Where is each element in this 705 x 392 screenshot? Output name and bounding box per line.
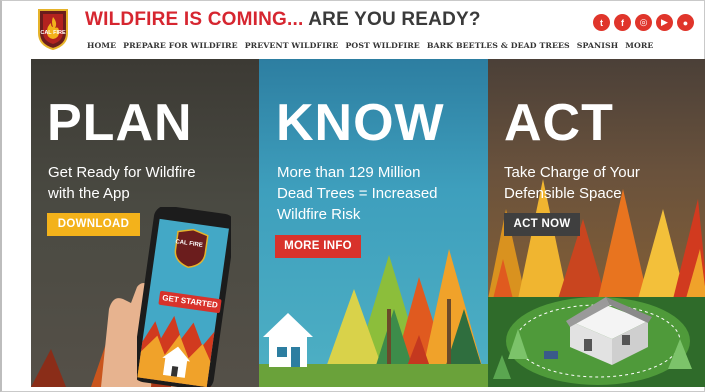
- act-title: ACT: [504, 94, 614, 152]
- nav-more[interactable]: MORE: [625, 41, 653, 50]
- site-headline: WILDFIRE IS COMING... ARE YOU READY?: [85, 9, 481, 31]
- act-now-button[interactable]: ACT NOW: [504, 213, 580, 236]
- act-panel[interactable]: ACT Take Charge of Your Defensible Space…: [488, 59, 705, 387]
- phone-illustration: CAL FIRE GET STARTED: [137, 207, 231, 387]
- act-line-1: Take Charge of Your: [504, 164, 640, 181]
- main-nav: HOME PREPARE FOR WILDFIRE PREVENT WILDFI…: [87, 41, 653, 50]
- know-line-2: Dead Trees = Increased: [277, 185, 438, 202]
- location-icon[interactable]: ●: [677, 14, 694, 31]
- twitter-icon[interactable]: t: [593, 14, 610, 31]
- instagram-icon[interactable]: ◎: [635, 14, 652, 31]
- youtube-icon[interactable]: ▶: [656, 14, 673, 31]
- plan-line-2: with the App: [48, 185, 130, 202]
- plan-line-1: Get Ready for Wildfire: [48, 164, 196, 181]
- page-frame: CAL FIRE WILDFIRE IS COMING... ARE YOU R…: [0, 0, 705, 392]
- download-button[interactable]: DOWNLOAD: [47, 213, 140, 236]
- social-icons: t f ◎ ▶ ●: [593, 14, 694, 31]
- logo-text: CAL FIRE: [40, 30, 66, 36]
- nav-prepare[interactable]: PREPARE FOR WILDFIRE: [123, 41, 238, 50]
- headline-red: WILDFIRE IS COMING...: [85, 9, 304, 30]
- headline-dark: ARE YOU READY?: [308, 9, 481, 30]
- nav-post-wildfire[interactable]: POST WILDFIRE: [345, 41, 419, 50]
- cal-fire-logo[interactable]: CAL FIRE: [36, 7, 70, 51]
- hero-banner: PLAN Get Ready for Wildfire with the App…: [31, 59, 705, 387]
- know-line-3: Wildfire Risk: [277, 206, 361, 223]
- facebook-icon[interactable]: f: [614, 14, 631, 31]
- nav-prevent[interactable]: PREVENT WILDFIRE: [245, 41, 339, 50]
- act-line-2: Defensible Space: [504, 185, 622, 202]
- know-panel[interactable]: KNOW More than 129 Million Dead Trees = …: [259, 59, 488, 387]
- nav-home[interactable]: HOME: [87, 41, 116, 50]
- plan-title: PLAN: [47, 94, 193, 152]
- nav-spanish[interactable]: SPANISH: [577, 41, 618, 50]
- nav-bark-beetles[interactable]: BARK BEETLES & DEAD TREES: [427, 41, 570, 50]
- know-line-1: More than 129 Million: [277, 164, 421, 181]
- know-title: KNOW: [276, 94, 445, 152]
- more-info-button[interactable]: MORE INFO: [275, 235, 361, 258]
- plan-panel[interactable]: PLAN Get Ready for Wildfire with the App…: [31, 59, 259, 387]
